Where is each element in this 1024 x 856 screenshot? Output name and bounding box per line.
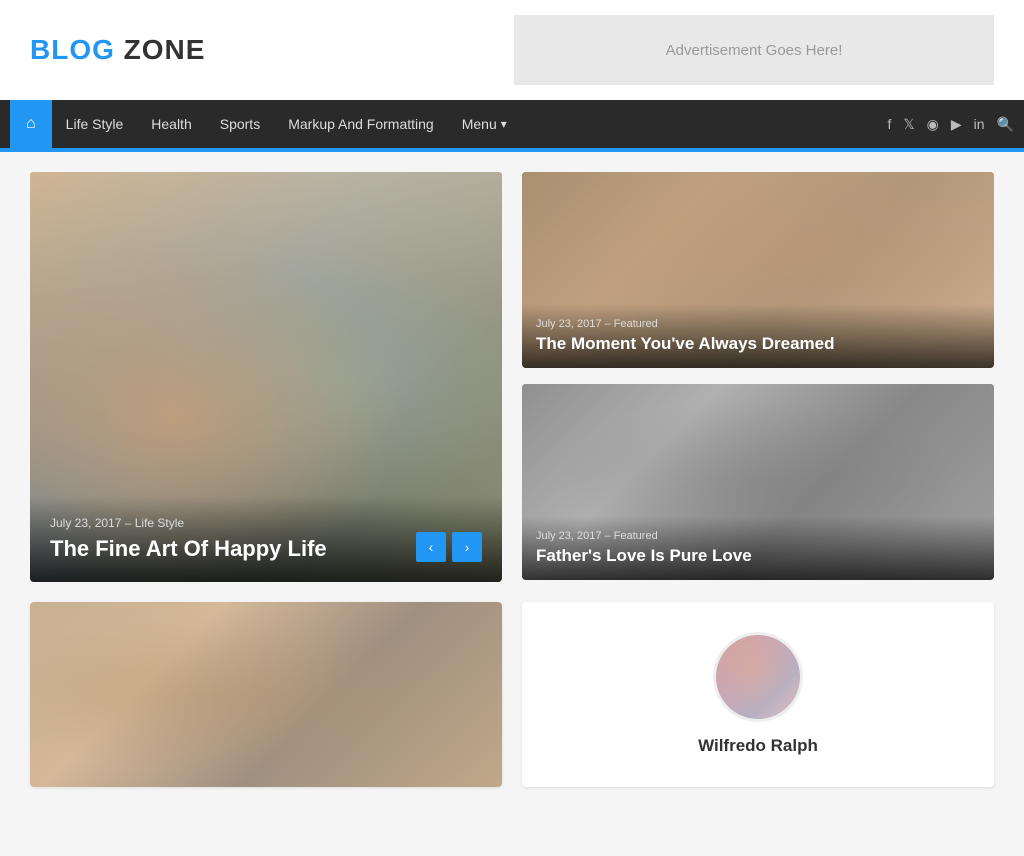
card-bottom-meta: July 23, 2017 – Featured [536,530,980,542]
chevron-right-icon: › [465,539,470,555]
nav-item-health[interactable]: Health [137,100,205,148]
bottom-content-grid: Wilfredo Ralph [30,602,994,787]
author-avatar [713,632,803,722]
nav-item-menu[interactable]: Menu ▾ [448,100,521,148]
card-top-overlay: July 23, 2017 – Featured The Moment You'… [522,304,994,368]
article-card-bottom[interactable]: July 23, 2017 – Featured Father's Love I… [522,384,994,580]
card-top-title: The Moment You've Always Dreamed [536,334,980,354]
slider-prev-button[interactable]: ‹ [416,532,446,562]
card-bottom-title: Father's Love Is Pure Love [536,546,980,566]
site-logo[interactable]: BLOG ZONE [30,34,205,66]
home-icon: ⌂ [26,115,36,133]
search-icon[interactable]: 🔍 [997,116,1014,133]
bottom-article-card[interactable] [30,602,502,787]
bottom-card-image [30,602,502,787]
twitter-icon[interactable]: 𝕏 [903,116,914,133]
main-content: July 23, 2017 – Life Style The Fine Art … [0,152,1024,807]
author-widget: Wilfredo Ralph [522,602,994,787]
featured-main-article[interactable]: July 23, 2017 – Life Style The Fine Art … [30,172,502,582]
site-header: BLOG ZONE Advertisement Goes Here! [0,0,1024,100]
nav-social-icons: f 𝕏 ◉ ▶ in 🔍 [887,116,1014,133]
featured-main-meta: July 23, 2017 – Life Style [50,516,482,530]
ad-banner: Advertisement Goes Here! [514,15,994,85]
right-articles: July 23, 2017 – Featured The Moment You'… [522,172,994,582]
slider-next-button[interactable]: › [452,532,482,562]
logo-blog: BLOG [30,34,115,65]
nav-item-markup[interactable]: Markup And Formatting [274,100,448,148]
instagram-icon[interactable]: ◉ [927,116,939,133]
nav-item-lifestyle[interactable]: Life Style [52,100,138,148]
nav-item-sports[interactable]: Sports [206,100,274,148]
facebook-icon[interactable]: f [887,116,891,132]
chevron-left-icon: ‹ [429,539,434,555]
navbar: ⌂ Life Style Health Sports Markup And Fo… [0,100,1024,148]
card-bottom-overlay: July 23, 2017 – Featured Father's Love I… [522,516,994,580]
card-top-meta: July 23, 2017 – Featured [536,318,980,330]
logo-zone: ZONE [115,34,206,65]
chevron-down-icon: ▾ [501,117,507,131]
nav-left: ⌂ Life Style Health Sports Markup And Fo… [10,100,521,148]
linkedin-icon[interactable]: in [974,116,985,132]
slider-controls: ‹ › [416,532,482,562]
nav-home-button[interactable]: ⌂ [10,100,52,148]
author-name: Wilfredo Ralph [698,736,818,756]
youtube-icon[interactable]: ▶ [951,116,962,133]
article-card-top[interactable]: July 23, 2017 – Featured The Moment You'… [522,172,994,368]
top-content-grid: July 23, 2017 – Life Style The Fine Art … [30,172,994,582]
